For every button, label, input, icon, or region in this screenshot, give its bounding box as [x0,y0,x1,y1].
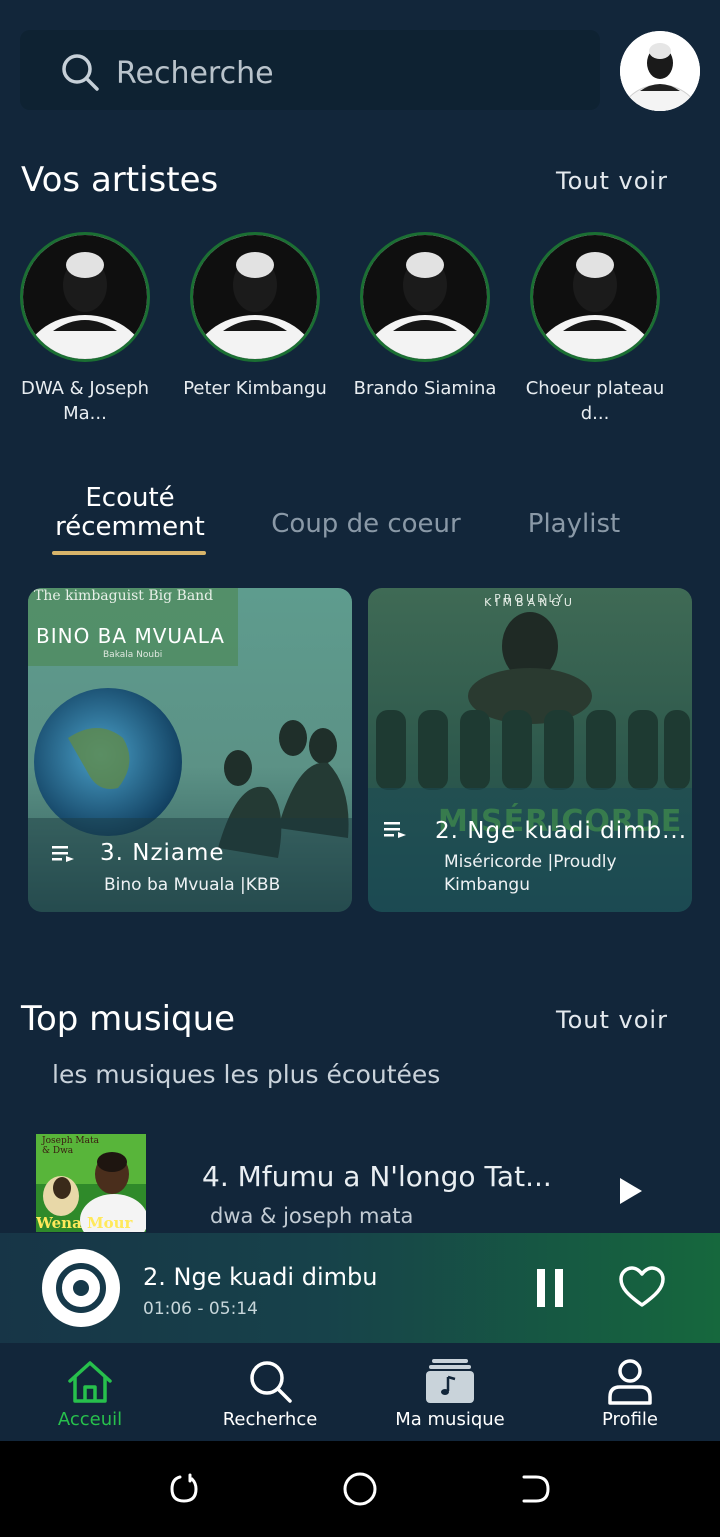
card-track-title: 2. Nge kuadi dimb... [435,818,688,844]
music-library-icon [426,1359,474,1403]
artist-name: DWA & Joseph Ma... [20,378,150,424]
artist-item[interactable]: DWA & Joseph Ma... [10,232,160,426]
now-playing-bar[interactable]: 2. Nge kuadi dimbu 01:06 - 05:14 [0,1233,720,1343]
cover-text-mid: BINO BA MVUALA [36,624,225,648]
search-icon [250,1361,292,1403]
queue-icon [384,822,406,838]
play-icon[interactable] [620,1178,642,1204]
track-row[interactable]: Joseph Mata & Dwa Wena Mour 4. Mfumu a N… [0,1134,720,1232]
artists-section-title: Vos artistes [21,160,219,200]
profile-icon [608,1359,652,1405]
top-music-subtitle: les musiques les plus écoutées [52,1060,441,1089]
disc-icon[interactable] [42,1249,120,1327]
tab-favorites[interactable]: Coup de coeur [262,509,470,539]
artist-avatar [360,232,490,362]
home-button-icon[interactable] [342,1471,378,1507]
artists-see-all-link[interactable]: Tout voir [556,167,668,195]
avatar-photo [620,31,700,111]
search-placeholder: Recherche [116,56,274,91]
nav-profile[interactable]: Profile [540,1343,720,1441]
track-cover: Joseph Mata & Dwa Wena Mour [36,1134,146,1232]
user-avatar[interactable] [620,31,700,111]
artist-name: Peter Kimbangu [183,378,327,399]
system-navigation-bar [0,1441,720,1537]
queue-icon [52,846,74,862]
nav-my-music-label: Ma musique [395,1409,505,1430]
artist-name: Brando Siamina [353,378,497,399]
top-music-section-title: Top musique [21,999,236,1039]
nav-search[interactable]: Recherhce [180,1343,360,1441]
search-icon [62,54,99,91]
track-title: 4. Mfumu a N'longo Tat... [202,1160,552,1193]
nav-profile-label: Profile [602,1409,658,1430]
top-music-see-all-link[interactable]: Tout voir [556,1006,668,1034]
tab-recently-played[interactable]: Ecouté récemment [40,484,220,542]
cover-text-top: Joseph Mata & Dwa [42,1136,99,1156]
artist-item[interactable]: Brando Siamina [350,232,500,401]
artist-avatar [20,232,150,362]
cover-text-small: Bakala Noubi [103,650,163,660]
artist-name: Choeur plateau d... [525,378,665,424]
artist-avatar [530,232,660,362]
app-screen: Recherche Vos artistes Tout voir DWA & J… [0,0,720,1537]
nav-search-label: Recherhce [222,1409,318,1430]
cover-text-bottom: Wena Mour [36,1214,133,1232]
bottom-navigation: Acceuil Recherhce Ma musique Profile [0,1343,720,1441]
heart-icon[interactable] [618,1265,666,1309]
card-track-title: 3. Nziame [100,840,225,866]
artist-item[interactable]: Choeur plateau d... [520,232,670,426]
active-tab-indicator [52,551,206,555]
home-icon [68,1361,112,1403]
pause-icon[interactable] [537,1269,563,1307]
tab-playlist[interactable]: Playlist [510,509,638,539]
recent-track-card[interactable]: The kimbaguist Big Band BINO BA MVUALA B… [28,588,352,912]
back-icon[interactable] [518,1471,554,1507]
now-playing-time: 01:06 - 05:14 [143,1299,258,1319]
track-artist: dwa & joseph mata [210,1204,414,1228]
artist-avatar [190,232,320,362]
cover-text-mid: KIMBANGU [484,596,576,609]
artist-item[interactable]: Peter Kimbangu [180,232,330,401]
nav-home-label: Acceuil [57,1409,123,1430]
search-bar[interactable]: Recherche [20,30,600,110]
recent-track-card[interactable]: PROUDLY KIMBANGU MISÉRICORDE 2. Nge kuad… [368,588,692,912]
cover-text-top: The kimbaguist Big Band [34,588,214,604]
card-track-subtitle: Miséricorde |Proudly Kimbangu [444,852,617,895]
nav-home[interactable]: Acceuil [0,1343,180,1441]
nav-my-music[interactable]: Ma musique [360,1343,540,1441]
card-track-subtitle: Bino ba Mvuala |KBB [104,875,281,895]
now-playing-title: 2. Nge kuadi dimbu [143,1263,378,1291]
recent-apps-icon[interactable] [166,1471,202,1507]
